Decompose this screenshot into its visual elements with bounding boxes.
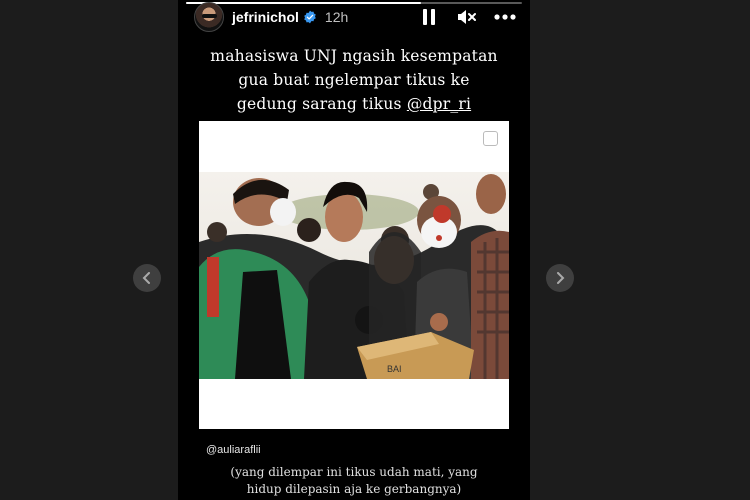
- muted-speaker-icon: [458, 10, 476, 24]
- box-label: BAI: [387, 364, 402, 374]
- post-time: 12h: [324, 9, 349, 25]
- caption-line-2: gua buat ngelempar tikus ke: [238, 71, 470, 89]
- story-header: jefrinichol 12h: [194, 0, 516, 34]
- avatar[interactable]: [194, 2, 224, 32]
- story-viewer[interactable]: jefrinichol 12h mahasiswa UNJ ngasih kes…: [178, 0, 530, 500]
- more-options-button[interactable]: [494, 6, 516, 28]
- post-photo: BAI: [199, 172, 509, 379]
- reshared-post-card[interactable]: BAI: [199, 121, 509, 429]
- footnote-line-2: hidup dilepasin aja ke gerbangnya): [246, 482, 462, 496]
- story-caption: mahasiswa UNJ ngasih kesempatan gua buat…: [178, 44, 530, 116]
- caption-line-1: mahasiswa UNJ ngasih kesempatan: [210, 47, 498, 65]
- chevron-left-icon: [142, 272, 150, 284]
- chevron-right-icon: [557, 272, 565, 284]
- verified-badge-icon: [304, 10, 316, 24]
- pause-button[interactable]: [418, 6, 440, 28]
- username[interactable]: jefrinichol: [232, 9, 299, 25]
- photo-credit[interactable]: @auliaraflii: [206, 444, 261, 456]
- mute-button[interactable]: [456, 6, 478, 28]
- footnote-line-1: (yang dilempar ini tikus udah mati, yang: [230, 465, 478, 479]
- select-checkbox-icon: [483, 131, 498, 146]
- mention-link[interactable]: @dpr_ri: [407, 95, 471, 113]
- more-options-icon: [494, 14, 516, 20]
- previous-story-button[interactable]: [133, 264, 161, 292]
- story-footnote: (yang dilempar ini tikus udah mati, yang…: [178, 464, 530, 498]
- pause-icon: [423, 9, 435, 25]
- story-controls: [418, 6, 516, 28]
- next-story-button[interactable]: [546, 264, 574, 292]
- caption-line-3: gedung sarang tikus: [236, 95, 407, 113]
